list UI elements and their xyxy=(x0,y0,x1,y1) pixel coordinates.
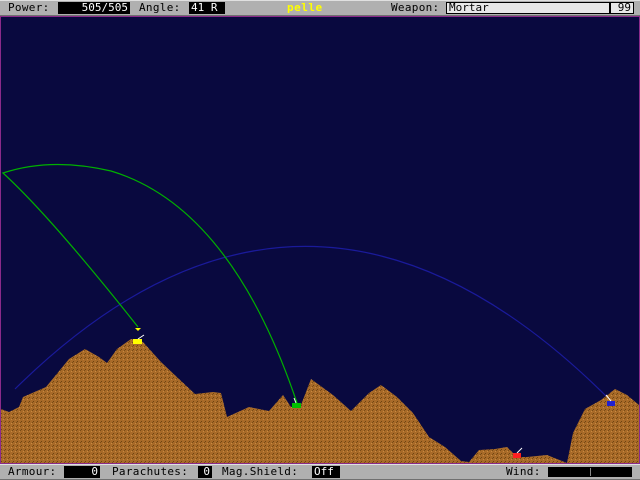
wind-indicator xyxy=(548,467,632,477)
battlefield[interactable] xyxy=(0,16,640,464)
active-player-marker-icon xyxy=(135,328,141,331)
angle-value[interactable]: 41 R xyxy=(189,2,225,14)
power-label: Power: xyxy=(8,1,50,14)
weapon-count: 99 xyxy=(610,2,634,14)
battlefield-canvas[interactable] xyxy=(1,17,639,463)
terrain xyxy=(1,339,639,463)
armour-value: 0 xyxy=(64,466,100,478)
yellow-tank[interactable] xyxy=(133,328,145,344)
power-value[interactable]: 505/505 xyxy=(58,2,130,14)
parachutes-value: 0 xyxy=(198,466,212,478)
mag-shield-label: Mag.Shield: xyxy=(222,465,299,478)
wind-label: Wind: xyxy=(506,465,541,478)
current-player-name: pelle xyxy=(287,1,323,14)
angle-label: Angle: xyxy=(139,1,181,14)
weapon-label: Weapon: xyxy=(391,1,440,14)
red-tank[interactable] xyxy=(513,447,523,458)
bottom-status-bar: Armour: 0 Parachutes: 0 Mag.Shield: Off … xyxy=(0,464,640,480)
parachutes-label: Parachutes: xyxy=(112,465,189,478)
green-tank[interactable] xyxy=(292,397,301,408)
wind-center-mark xyxy=(590,468,591,476)
top-status-bar: Power: 505/505 Angle: 41 R pelle Weapon:… xyxy=(0,0,640,16)
armour-label: Armour: xyxy=(8,465,57,478)
weapon-select[interactable]: Mortar xyxy=(446,2,610,14)
mag-shield-value[interactable]: Off xyxy=(312,466,340,478)
